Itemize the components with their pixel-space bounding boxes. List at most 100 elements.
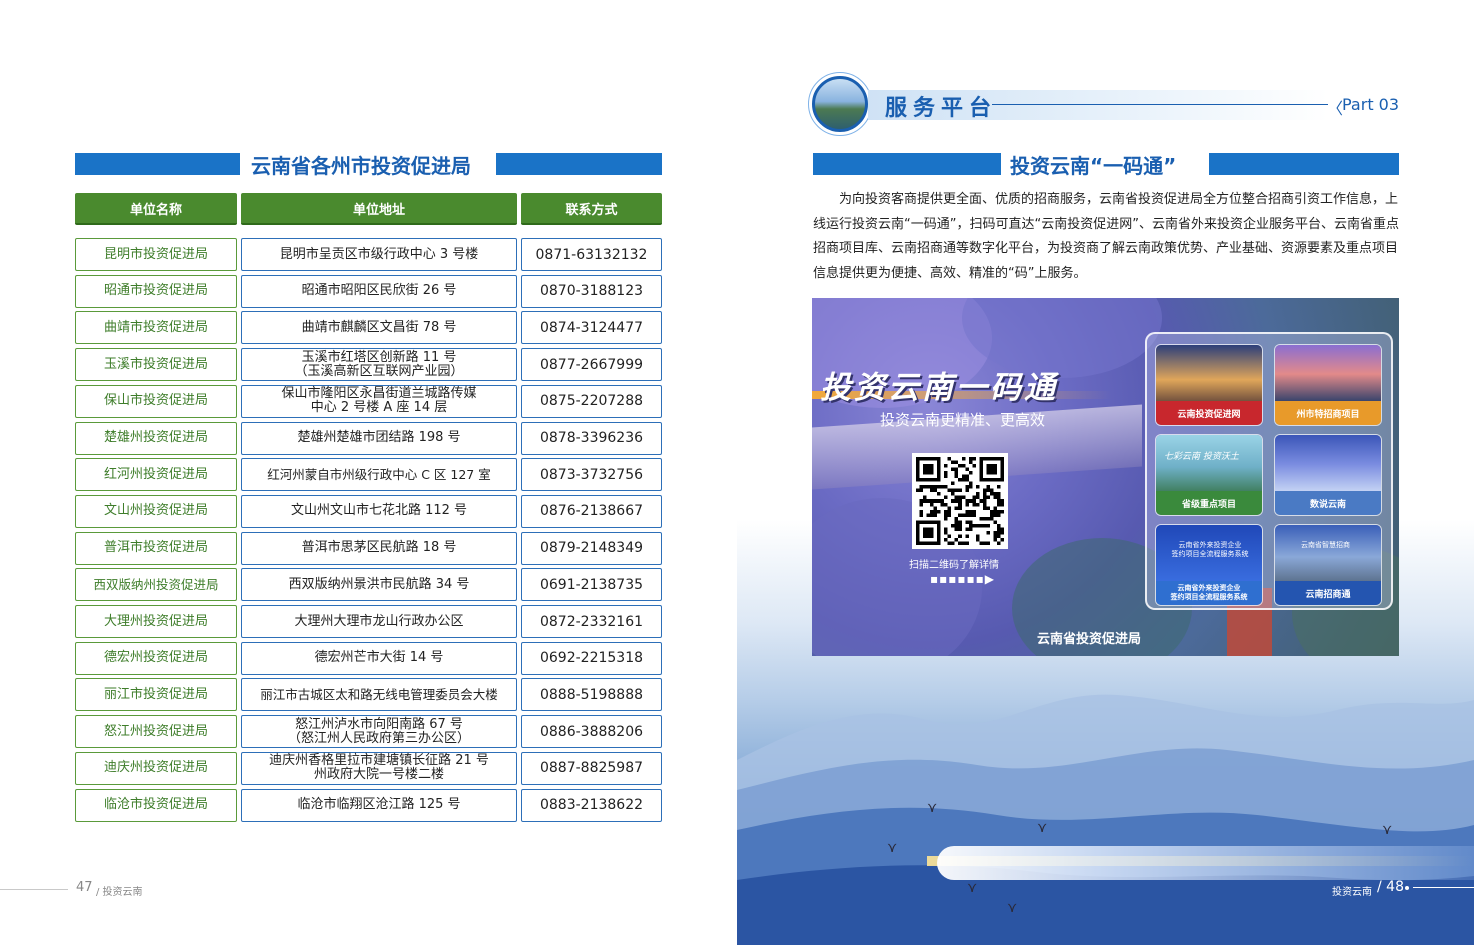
tile-enterprise-service[interactable]: 云南省外来投资企业 签约项目全流程服务系统 云南省外来投资企业 签约项目全流程服…	[1155, 524, 1263, 606]
phone-cell: 0872-2332161	[521, 605, 662, 638]
table-row: 迪庆州投资促进局 迪庆州香格里拉市建塘镇长征路 21 号 州政府大院一号楼二楼 08…	[75, 751, 662, 785]
phone-cell: 0876-2138667	[521, 494, 662, 528]
unit-name-cell: 保山市投资促进局	[75, 384, 237, 418]
phone-cell: 0873-3732756	[521, 458, 662, 492]
tile-data-yunnan[interactable]: 数说云南	[1274, 434, 1382, 516]
unit-address-cell: 曲靖市麒麟区文昌街 78 号	[241, 311, 517, 345]
table-row: 昆明市投资促进局 昆明市呈贡区市级行政中心 3 号楼 0871-63132132	[75, 238, 662, 271]
unit-name-cell: 迪庆州投资促进局	[75, 751, 237, 785]
header-unit-name: 单位名称	[75, 193, 237, 225]
table-row: 丽江市投资促进局 丽江市古城区太和路无线电管理委员会大楼 0888-5198888	[75, 678, 662, 712]
phone-cell: 0692-2215318	[521, 641, 662, 675]
unit-name-cell: 曲靖市投资促进局	[75, 311, 237, 345]
qr-code-icon	[916, 457, 1004, 545]
right-page-number: / 48	[1377, 879, 1404, 895]
table-row: 普洱市投资促进局 普洱市思茅区民航路 18 号 0879-2148349	[75, 531, 662, 565]
tile-investment-website[interactable]: 云南投资促进网	[1155, 344, 1263, 426]
unit-address-cell: 红河州蒙自市州级行政中心 C 区 127 室	[241, 458, 517, 492]
bird-icon: ⋎	[1037, 820, 1048, 836]
unit-address-cell: 临沧市临翔区沧江路 125 号	[241, 788, 517, 822]
unit-name-cell: 大理州投资促进局	[75, 605, 237, 638]
phone-cell: 0887-8825987	[521, 751, 662, 785]
right-section-title-bar: 投资云南“一码通”	[813, 153, 1399, 178]
unit-address-cell: 玉溪市红塔区创新路 11 号 （玉溪高新区互联网产业园）	[241, 348, 517, 382]
phone-cell: 0878-3396236	[521, 421, 662, 455]
table-row: 西双版纳州投资促进局 西双版纳州景洪市民航路 34 号 0691-2138735	[75, 568, 662, 602]
one-code-poster: 投资云南一码通 投资云南更精准、更高效 扫描二维码了解详情 ▪▪▪▪▪▪▶ 云南…	[812, 298, 1399, 656]
unit-address-cell: 普洱市思茅区民航路 18 号	[241, 531, 517, 565]
phone-cell: 0874-3124477	[521, 311, 662, 345]
table-row: 文山州投资促进局 文山州文山市七花北路 112 号 0876-2138667	[75, 494, 662, 528]
bird-icon: ⋎	[927, 800, 938, 816]
unit-address-cell: 迪庆州香格里拉市建塘镇长征路 21 号 州政府大院一号楼二楼	[241, 751, 517, 785]
tile-overlay-text: 云南省外来投资企业 签约项目全流程服务系统	[1171, 541, 1249, 558]
tile-overlay-text: 七彩云南 投资沃土	[1164, 452, 1239, 462]
mountain-scenery	[737, 694, 1474, 945]
unit-name-cell: 丽江市投资促进局	[75, 678, 237, 712]
unit-address-cell: 怒江州泸水市向阳南路 67 号 （怒江州人民政府第三办公区）	[241, 715, 517, 749]
unit-name-cell: 德宏州投资促进局	[75, 641, 237, 675]
unit-name-cell: 临沧市投资促进局	[75, 788, 237, 822]
table-row: 曲靖市投资促进局 曲靖市麒麟区文昌街 78 号 0874-3124477	[75, 311, 662, 345]
header-unit-address: 单位地址	[241, 193, 517, 225]
section-header-line	[992, 104, 1328, 105]
table-row: 怒江州投资促进局 怒江州泸水市向阳南路 67 号 （怒江州人民政府第三办公区） 08…	[75, 715, 662, 749]
unit-name-cell: 文山州投资促进局	[75, 494, 237, 528]
phone-cell: 0691-2138735	[521, 568, 662, 602]
table-row: 昭通市投资促进局 昭通市昭阳区民欣街 26 号 0870-3188123	[75, 274, 662, 308]
right-section-title: 投资云南“一码通”	[1010, 154, 1177, 178]
intro-paragraph: 为向投资客商提供更全面、优质的招商服务，云南省投资促进局全方位整合招商引资工作信…	[813, 192, 1399, 281]
phone-cell: 0871-63132132	[521, 238, 662, 271]
header-contact: 联系方式	[521, 193, 662, 225]
unit-name-cell: 怒江州投资促进局	[75, 715, 237, 749]
qr-code[interactable]	[912, 453, 1008, 549]
section-header-title: 服务平台	[885, 96, 998, 121]
arrow-right-icon: ▪▪▪▪▪▪▶	[930, 572, 996, 586]
unit-address-cell: 丽江市古城区太和路无线电管理委员会大楼	[241, 678, 517, 712]
section-badge-photo	[812, 76, 868, 132]
bird-icon: ⋎	[887, 840, 898, 856]
right-page: ⋎ ⋎ ⋎ ⋎ ⋎ ⋎ 服务平台 〈 Part 03 投资云南“一码通” 为向投…	[737, 0, 1474, 945]
phone-cell: 0888-5198888	[521, 678, 662, 712]
unit-name-cell: 西双版纳州投资促进局	[75, 568, 237, 602]
poster-org: 云南省投资促进局	[1037, 632, 1142, 647]
unit-name-cell: 玉溪市投资促进局	[75, 348, 237, 382]
table-row: 德宏州投资促进局 德宏州芒市大街 14 号 0692-2215318	[75, 641, 662, 675]
poster-title: 投资云南一码通	[820, 370, 1058, 406]
bird-icon: ⋎	[1382, 822, 1393, 838]
part-label: Part 03	[1342, 95, 1400, 114]
unit-address-cell: 德宏州芒市大街 14 号	[241, 641, 517, 675]
phone-cell: 0870-3188123	[521, 274, 662, 308]
tile-overlay-text: 云南省智慧招商	[1301, 541, 1350, 549]
phone-cell: 0883-2138622	[521, 788, 662, 822]
unit-name-cell: 普洱市投资促进局	[75, 531, 237, 565]
unit-address-cell: 西双版纳州景洪市民航路 34 号	[241, 568, 517, 602]
table-row: 保山市投资促进局 保山市隆阳区永昌街道兰城路传媒 中心 2 号楼 A 座 14 层…	[75, 384, 662, 418]
unit-address-cell: 楚雄州楚雄市团结路 198 号	[241, 421, 517, 455]
right-footer-label: 投资云南	[1332, 887, 1372, 898]
left-section-title: 云南省各州市投资促进局	[251, 154, 471, 178]
unit-name-cell: 楚雄州投资促进局	[75, 421, 237, 455]
left-page: 云南省各州市投资促进局 单位名称 单位地址 联系方式 昆明市投资促进局 昆明市呈贡…	[0, 0, 737, 945]
chevron-left-icon: 〈	[1327, 99, 1344, 118]
qr-caption: 扫描二维码了解详情	[909, 560, 999, 571]
table-row: 大理州投资促进局 大理州大理市龙山行政办公区 0872-2332161	[75, 605, 662, 638]
left-footer-label: / 投资云南	[96, 887, 143, 898]
unit-address-cell: 大理州大理市龙山行政办公区	[241, 605, 517, 638]
table-row: 临沧市投资促进局 临沧市临翔区沧江路 125 号 0883-2138622	[75, 788, 662, 822]
phone-cell: 0875-2207288	[521, 384, 662, 418]
unit-address-cell: 昭通市昭阳区民欣街 26 号	[241, 274, 517, 308]
phone-cell: 0886-3888206	[521, 715, 662, 749]
tile-city-projects[interactable]: 州市特招商项目	[1274, 344, 1382, 426]
unit-name-cell: 昭通市投资促进局	[75, 274, 237, 308]
left-section-title-bar: 云南省各州市投资促进局	[75, 153, 662, 178]
unit-name-cell: 昆明市投资促进局	[75, 238, 237, 271]
unit-address-cell: 文山州文山市七花北路 112 号	[241, 494, 517, 528]
unit-address-cell: 昆明市呈贡区市级行政中心 3 号楼	[241, 238, 517, 271]
tile-yunnan-investment-app[interactable]: 云南省智慧招商 云南招商通	[1274, 524, 1382, 606]
high-speed-train	[937, 846, 1474, 880]
table-row: 楚雄州投资促进局 楚雄州楚雄市团结路 198 号 0878-3396236	[75, 421, 662, 455]
platform-tiles-panel: 云南投资促进网 州市特招商项目 七彩云南 投资沃土 省级重点项目 数说云南 云南…	[1145, 332, 1393, 610]
tile-key-projects[interactable]: 七彩云南 投资沃土 省级重点项目	[1155, 434, 1263, 516]
table-row: 红河州投资促进局 红河州蒙自市州级行政中心 C 区 127 室 0873-37327…	[75, 458, 662, 492]
